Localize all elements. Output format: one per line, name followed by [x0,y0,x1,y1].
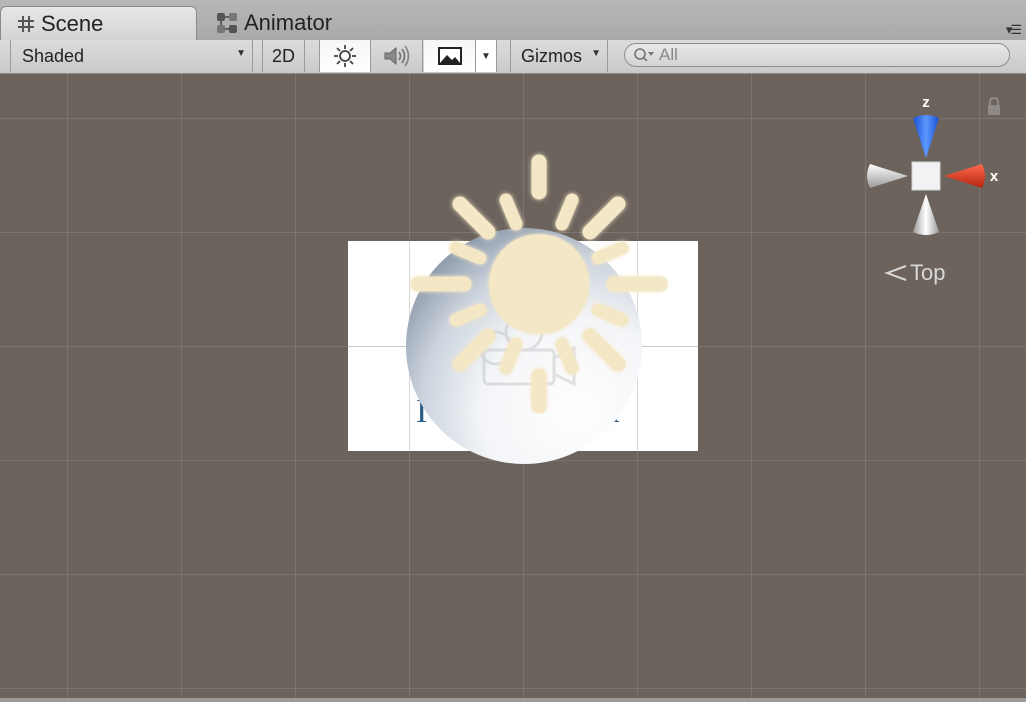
view-label-text: Top [910,260,946,285]
grid-icon [18,15,34,32]
chevron-left-icon [884,265,907,281]
dropdown-arrow-icon: ▼ [591,48,601,59]
dropdown-arrow-icon: ▼ [481,50,491,62]
scene-viewport[interactable]: I k [0,74,1026,698]
orientation-gizmo[interactable]: z x [860,94,1010,244]
speaker-icon [384,45,409,67]
x-axis-cone [944,164,985,188]
tab-scene-label: Scene [41,10,104,36]
2d-toggle-button[interactable]: 2D [262,40,305,72]
draw-mode-dropdown[interactable]: Shaded ▼ [10,40,253,72]
directional-light-icon[interactable] [396,144,686,414]
tab-bar: Scene Animator ▾☰ [0,0,1026,41]
view-label[interactable]: Top [884,260,945,286]
y-axis-cone [913,194,939,235]
panel-bottom-border [0,698,1026,702]
audio-toggle-button[interactable] [371,40,423,72]
x-axis-label: x [990,168,999,185]
gizmos-label: Gizmos [521,45,583,66]
search-icon [634,48,654,62]
effects-dropdown-button[interactable]: ▼ [476,40,497,72]
gizmos-dropdown[interactable]: Gizmos ▼ [510,40,608,72]
dropdown-arrow-icon: ▼ [236,48,246,59]
neg-x-axis-cone [867,164,908,188]
sun-icon [334,45,356,67]
tab-scene[interactable]: Scene [0,6,197,40]
draw-mode-label: Shaded [22,45,85,66]
tab-animator-label: Animator [244,10,333,35]
2d-toggle-label: 2D [271,45,295,66]
z-axis-label: z [922,94,930,111]
tab-animator[interactable]: Animator [200,6,400,40]
search-placeholder: All [659,45,678,64]
search-input[interactable]: All [624,43,1010,67]
center-cube [911,161,941,191]
image-icon [437,47,462,65]
animator-icon [217,13,237,33]
scene-toolbar: Shaded ▼ 2D ▼ Gizmos ▼ All [0,40,1026,74]
z-axis-cone [913,115,939,158]
panel-menu-icon[interactable]: ▾☰ [1006,22,1022,38]
lighting-toggle-button[interactable] [319,40,371,72]
effects-toggle-button[interactable] [424,40,476,72]
